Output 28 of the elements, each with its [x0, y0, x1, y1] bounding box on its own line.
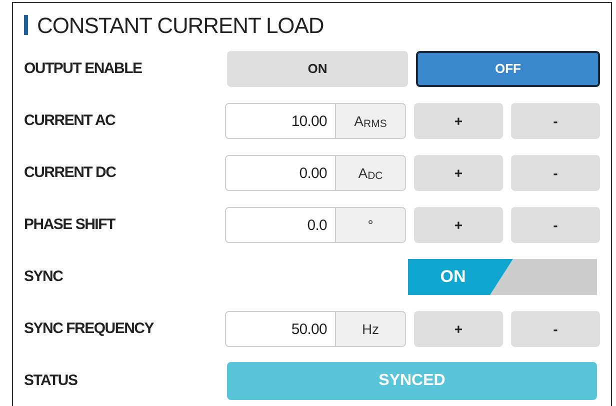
row-label: STATUS: [24, 370, 78, 391]
unit-label: A$_{DC}$: [336, 155, 406, 191]
row-label: SYNC FREQUENCY: [24, 318, 155, 339]
value-field[interactable]: 50.00: [225, 311, 336, 347]
decrement-button[interactable]: -: [511, 207, 600, 243]
status-bar: SYNCED: [227, 362, 597, 400]
value-field[interactable]: 10.00: [225, 103, 336, 139]
panel-title: CONSTANT CURRENT LOAD: [37, 12, 324, 40]
row-label: OUTPUT ENABLE: [24, 58, 143, 79]
row-label: PHASE SHIFT: [24, 214, 116, 235]
decrement-button[interactable]: -: [511, 311, 600, 347]
unit-label: °: [336, 207, 406, 243]
toggle-button[interactable]: ON: [227, 51, 408, 87]
value-field[interactable]: 0.0: [225, 207, 336, 243]
decrement-button[interactable]: -: [511, 155, 600, 191]
row-label: CURRENT DC: [24, 162, 117, 183]
increment-button[interactable]: +: [414, 207, 503, 243]
toggle-button[interactable]: OFF: [416, 51, 600, 87]
increment-button[interactable]: +: [414, 103, 503, 139]
unit-label: A$_{RMS}$: [336, 103, 406, 139]
decrement-button[interactable]: -: [511, 103, 600, 139]
title-accent-bar: [24, 15, 28, 35]
unit-label: Hz: [336, 311, 406, 347]
value-field[interactable]: 0.00: [225, 155, 336, 191]
row-label: SYNC: [24, 266, 64, 287]
increment-button[interactable]: +: [414, 311, 503, 347]
row-label: CURRENT AC: [24, 110, 116, 131]
increment-button[interactable]: +: [414, 155, 503, 191]
